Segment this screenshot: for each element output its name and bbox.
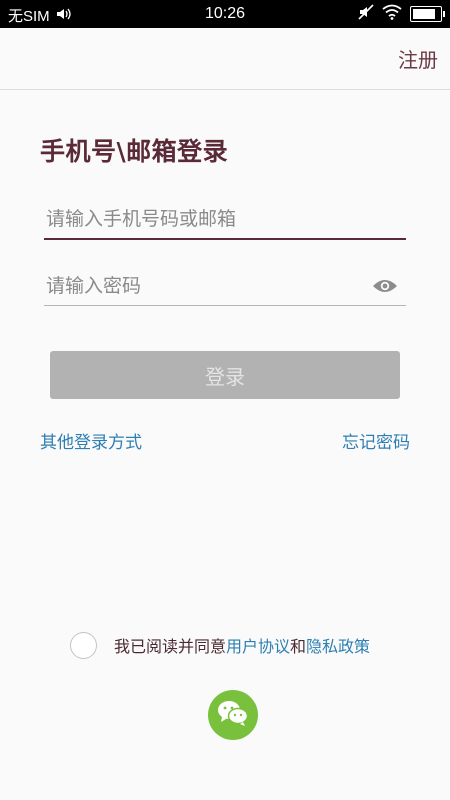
privacy-policy-link[interactable]: 隐私政策 (306, 637, 370, 656)
agreement-checkbox[interactable] (70, 631, 97, 659)
agreement-prefix: 我已阅读并同意 (114, 637, 227, 656)
page-title: 手机号\邮箱登录 (40, 137, 229, 166)
status-right (358, 4, 445, 24)
phone-email-field (44, 200, 406, 240)
wifi-icon (382, 4, 402, 24)
agreement-row: 我已阅读并同意用户协议和隐私政策 (70, 630, 370, 660)
wechat-icon (216, 698, 250, 732)
login-button[interactable]: 登录 (50, 351, 400, 399)
eye-icon[interactable] (372, 278, 398, 294)
register-link[interactable]: 注册 (398, 44, 438, 73)
battery-level (413, 9, 436, 19)
status-bar: 无SIM 10:26 (0, 0, 450, 28)
password-field (44, 266, 406, 306)
agreement-connector: 和 (290, 637, 307, 656)
wechat-login-button[interactable] (208, 690, 258, 740)
header-bar: 注册 (0, 28, 450, 90)
user-agreement-link[interactable]: 用户协议 (226, 637, 290, 656)
battery-icon (410, 6, 445, 22)
phone-email-input[interactable] (44, 200, 406, 238)
other-login-methods-link[interactable]: 其他登录方式 (40, 428, 142, 453)
forgot-password-link[interactable]: 忘记密码 (342, 428, 410, 453)
agreement-text: 我已阅读并同意用户协议和隐私政策 (114, 633, 370, 657)
mute-icon (358, 4, 374, 24)
password-input[interactable] (44, 266, 406, 305)
